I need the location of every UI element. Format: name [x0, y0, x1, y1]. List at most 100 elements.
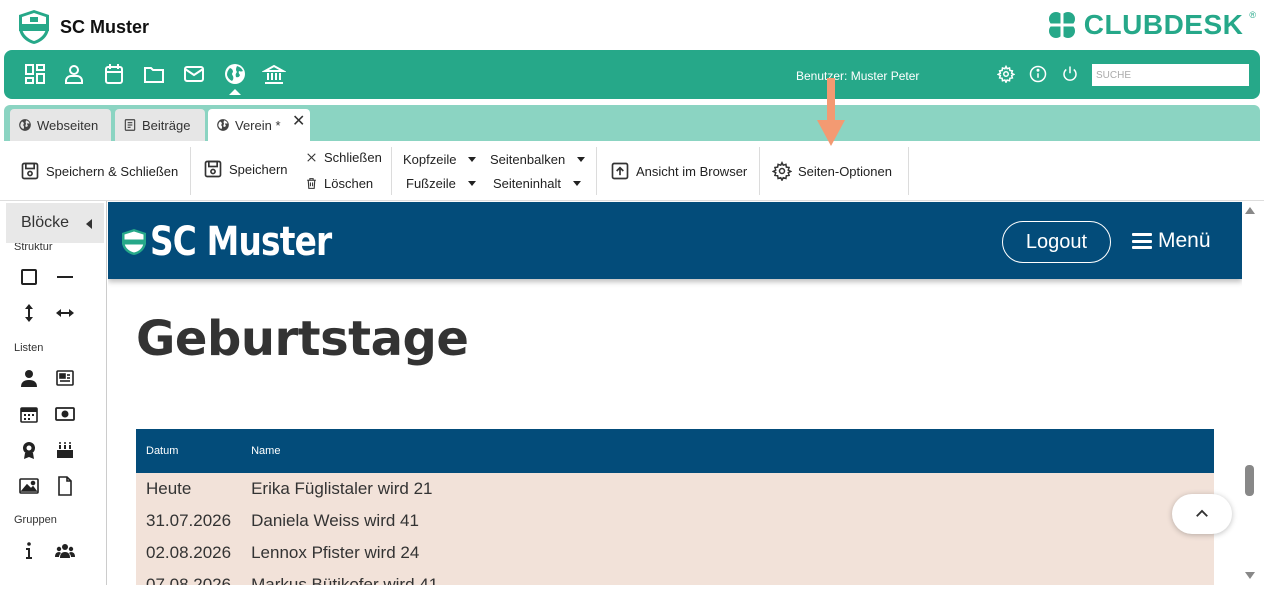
sidebar-label: Seitenbalken [490, 152, 566, 167]
save-button[interactable]: Speichern [203, 159, 288, 179]
main-nav: Benutzer: Muster Peter [4, 50, 1260, 99]
table-cell-name: Erika Füglistaler wird 21 [241, 473, 1214, 505]
globe-icon [19, 119, 31, 131]
search-input[interactable] [1092, 64, 1249, 86]
group-icon[interactable] [55, 541, 75, 561]
view-in-browser-label: Ansicht im Browser [636, 163, 748, 179]
close-label: Schließen [324, 150, 382, 165]
table-row: Heute Erika Füglistaler wird 21 [136, 473, 1214, 505]
gear-icon[interactable] [996, 64, 1016, 84]
horizontal-spacer-icon[interactable] [55, 303, 75, 323]
birthday-cake-icon[interactable] [55, 440, 75, 460]
mail-icon[interactable] [182, 62, 206, 86]
toolbar-divider [391, 147, 392, 195]
menu-button[interactable]: Menü [1132, 229, 1211, 253]
save-close-label: Speichern & Schließen [46, 163, 179, 179]
club-name: SC Muster [60, 17, 150, 37]
active-nav-indicator [229, 89, 241, 95]
table-cell-date: Heute [136, 473, 242, 505]
globe-icon[interactable] [223, 62, 247, 86]
editor-toolbar: Speichern & Schließen Speichern Schließe… [0, 141, 1264, 201]
page-preview: SC Muster Logout Menü Geburtstage Datum … [108, 201, 1242, 585]
page-options-label: Seiten-Optionen [798, 163, 892, 179]
close-icon [307, 153, 316, 162]
close-button[interactable]: Schließen [305, 150, 382, 165]
content-dropdown[interactable]: Seiteninhalt [493, 176, 581, 191]
birthday-table: Datum Name Heute Erika Füglistaler wird … [136, 429, 1214, 585]
divider-block-icon[interactable] [55, 267, 75, 287]
chevron-down-icon [577, 157, 586, 162]
power-icon[interactable] [1061, 65, 1079, 83]
clubdesk-wordmark: CLUBDESK [1083, 9, 1244, 40]
delete-button[interactable]: Löschen [305, 176, 373, 191]
folder-icon[interactable] [142, 62, 166, 86]
tab-webseiten[interactable]: Webseiten [10, 109, 111, 141]
top-header: SC Muster CLUBDESK ® [0, 0, 1264, 50]
club-logo [16, 9, 52, 45]
chevron-down-icon [572, 181, 581, 186]
view-in-browser-button[interactable]: Ansicht im Browser [610, 161, 747, 181]
scroll-down-arrow-icon[interactable] [1245, 572, 1255, 579]
chevron-up-icon [1196, 509, 1208, 517]
open-external-icon [611, 162, 629, 180]
save-close-button[interactable]: Speichern & Schließen [20, 161, 178, 181]
footer-dropdown[interactable]: Fußzeile [406, 176, 476, 191]
sidebar-dropdown[interactable]: Seitenbalken [490, 152, 586, 167]
preview-scrollbar[interactable] [1242, 201, 1258, 585]
collapse-sidebar-icon[interactable] [86, 219, 92, 229]
scroll-thumb[interactable] [1245, 465, 1254, 496]
floppy-icon [204, 160, 222, 178]
table-cell-name: Daniela Weiss wird 41 [241, 505, 1214, 537]
calendar-list-icon[interactable] [19, 404, 39, 424]
content-label: Seiteninhalt [493, 176, 561, 191]
blocks-title: Blöcke [21, 214, 70, 231]
table-cell-name: Lennox Pfister wird 24 [241, 537, 1214, 569]
site-title: SC Muster [150, 219, 332, 265]
chevron-down-icon [467, 181, 476, 186]
clover-icon [1048, 12, 1075, 38]
tabs-bar: Webseiten Beiträge Verein * ✕ [4, 105, 1260, 141]
tab-beitraege[interactable]: Beiträge [115, 109, 205, 141]
logout-button[interactable]: Logout [1002, 221, 1111, 263]
clubdesk-logo: CLUBDESK ® [1046, 9, 1256, 41]
trash-icon [307, 178, 316, 189]
award-list-icon[interactable] [19, 440, 39, 460]
column-header-date: Datum [136, 429, 242, 473]
member-list-icon[interactable] [19, 368, 39, 388]
footer-label: Fußzeile [406, 176, 456, 191]
close-tab-icon[interactable]: ✕ [292, 114, 305, 130]
table-row: 07.08.2026 Markus Bütikofer wird 41 [136, 569, 1214, 585]
page-options-button[interactable]: Seiten-Optionen [772, 161, 892, 181]
money-list-icon[interactable] [55, 404, 75, 424]
calendar-icon[interactable] [102, 62, 126, 86]
box-block-icon[interactable] [19, 267, 39, 287]
header-label: Kopfzeile [403, 152, 457, 167]
dashboard-icon[interactable] [23, 62, 47, 86]
toolbar-divider [596, 147, 597, 195]
gear-icon [772, 161, 792, 181]
section-groups-label: Gruppen [14, 514, 57, 526]
blocks-sidebar: Struktur Blöcke Listen Gruppen [0, 201, 107, 585]
section-lists-label: Listen [14, 342, 44, 354]
news-list-icon[interactable] [55, 368, 75, 388]
info-block-icon[interactable] [19, 541, 39, 561]
site-header: SC Muster Logout Menü [108, 202, 1242, 279]
person-icon[interactable] [62, 62, 86, 86]
toolbar-divider [759, 147, 760, 195]
table-row: 02.08.2026 Lennox Pfister wird 24 [136, 537, 1214, 569]
table-cell-name: Markus Bütikofer wird 41 [241, 569, 1214, 585]
scroll-to-top-button[interactable] [1172, 494, 1232, 534]
header-dropdown[interactable]: Kopfzeile [403, 152, 477, 167]
file-icon[interactable] [55, 476, 75, 496]
toolbar-divider [190, 147, 191, 195]
tab-label: Beiträge [142, 117, 191, 133]
blocks-header: Blöcke [6, 203, 104, 243]
gallery-icon[interactable] [19, 476, 39, 496]
vertical-spacer-icon[interactable] [19, 303, 39, 323]
scroll-up-arrow-icon[interactable] [1245, 207, 1255, 214]
info-icon[interactable] [1029, 65, 1047, 83]
toolbar-divider [908, 147, 909, 195]
globe-icon [217, 119, 229, 131]
bank-icon[interactable] [261, 62, 287, 86]
floppy-icon [21, 162, 39, 180]
